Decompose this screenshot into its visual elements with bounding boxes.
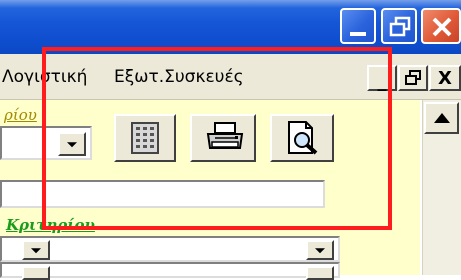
scroll-up-button[interactable] (424, 102, 459, 134)
chevron-down-icon (31, 248, 41, 254)
scroll-up-arrow-icon (434, 113, 450, 123)
mdi-close-label: X (438, 67, 452, 89)
second-criteria-combo-box[interactable] (0, 262, 340, 280)
second-criteria-right-dropdown[interactable] (306, 266, 334, 280)
close-icon (432, 17, 452, 37)
highlight-box (42, 47, 392, 230)
minimize-icon (350, 32, 366, 36)
criteria-combo-box[interactable] (0, 236, 340, 262)
title-bar-shine (0, 0, 461, 8)
mdi-restore-icon (405, 70, 421, 85)
restore-button[interactable] (381, 8, 417, 44)
close-button[interactable] (421, 8, 461, 44)
mdi-close-button[interactable]: X (429, 65, 461, 91)
restore-icon (389, 16, 411, 37)
minimize-button[interactable] (340, 8, 376, 44)
second-criteria-left-dropdown[interactable] (22, 266, 50, 280)
chevron-down-icon (315, 248, 325, 254)
criteria-combo-right-dropdown[interactable] (306, 240, 334, 260)
mdi-restore-button[interactable] (398, 65, 428, 91)
criteria-combo-left-dropdown[interactable] (22, 240, 50, 260)
top-field-label[interactable]: ρίου (4, 106, 37, 124)
